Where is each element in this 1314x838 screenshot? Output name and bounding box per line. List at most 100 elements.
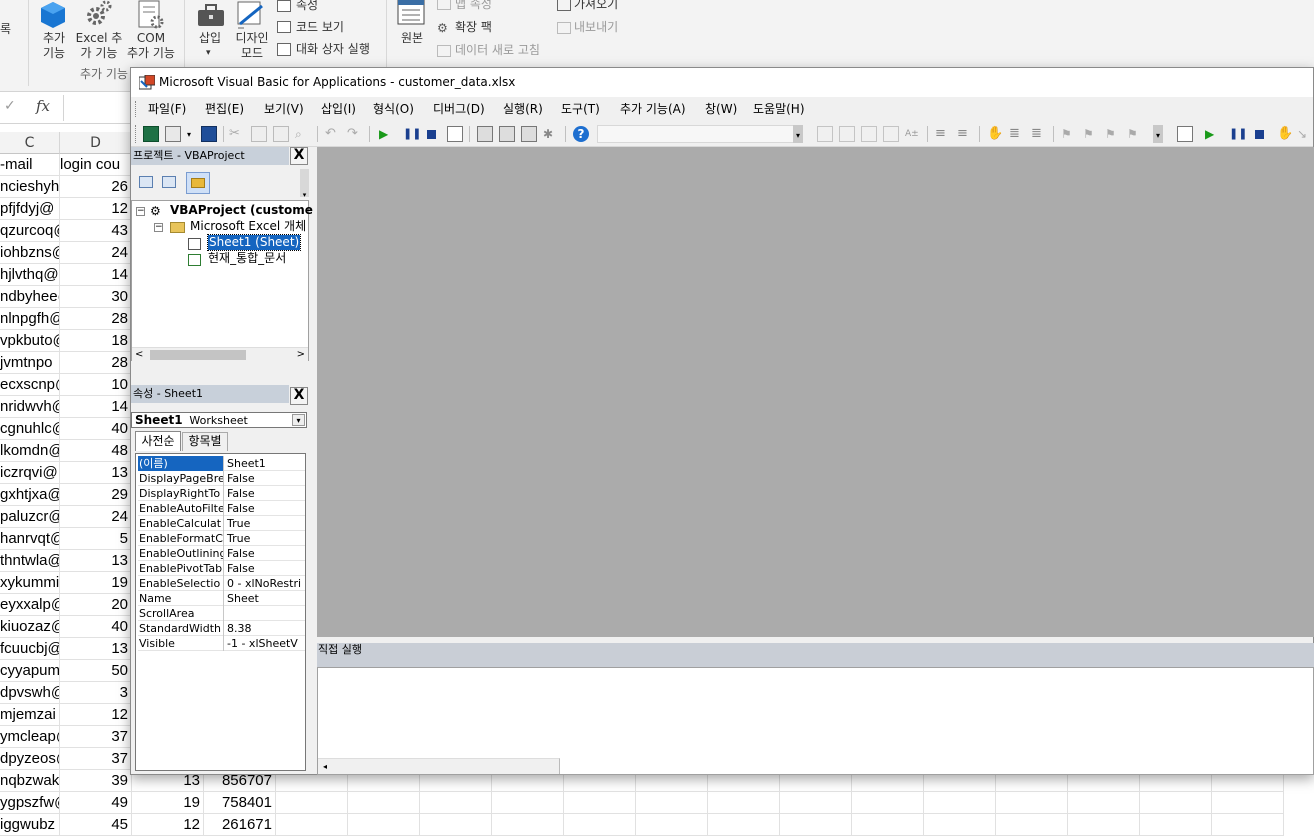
insert-function-button[interactable]: fx xyxy=(36,97,50,115)
parameter-info-icon[interactable] xyxy=(883,126,899,142)
cell-empty[interactable] xyxy=(348,814,420,836)
cell-login-count[interactable]: 24 xyxy=(60,242,132,264)
cell-login-count[interactable]: 28 xyxy=(60,308,132,330)
cell-empty[interactable] xyxy=(348,792,420,814)
property-value[interactable]: False xyxy=(226,546,305,561)
cell-email[interactable]: nlnpgfh@ xyxy=(0,308,60,330)
menu-item[interactable]: 실행(R) xyxy=(503,100,543,118)
cell-email[interactable]: fcuucbj@ xyxy=(0,638,60,660)
property-value[interactable]: False xyxy=(226,471,305,486)
dropdown-arrow-icon[interactable]: ▾ xyxy=(292,414,305,426)
cell-value-e[interactable]: 12 xyxy=(132,814,204,836)
cell-email[interactable]: iggwubz xyxy=(0,814,60,836)
immediate-window[interactable]: ◂ xyxy=(317,667,1314,775)
scroll-thumb[interactable] xyxy=(150,350,246,360)
tree-item-sheet1[interactable]: Sheet1 (Sheet) xyxy=(206,234,302,251)
property-value[interactable]: 0 - xlNoRestri xyxy=(226,576,305,591)
cell-email[interactable]: jvmtnpo xyxy=(0,352,60,374)
property-row[interactable]: EnableOutlining False xyxy=(138,546,305,561)
outdent-icon[interactable]: ≡ xyxy=(957,126,973,142)
immediate-hscrollbar[interactable]: ◂ xyxy=(318,758,560,774)
cell-login-count[interactable]: 30 xyxy=(60,286,132,308)
indent-icon[interactable]: ≡ xyxy=(935,126,951,142)
toggle-bookmark-icon[interactable]: ⚑ xyxy=(1061,126,1077,142)
cell-email[interactable]: paluzcr@ xyxy=(0,506,60,528)
cell-email[interactable]: dpyzeos@ xyxy=(0,748,60,770)
next-bookmark-icon[interactable]: ⚑ xyxy=(1083,126,1099,142)
cell-login-count[interactable]: 43 xyxy=(60,220,132,242)
scroll-left-icon[interactable]: < xyxy=(135,348,143,361)
reset-icon[interactable] xyxy=(1255,130,1264,139)
map-properties-button[interactable]: 맵 속성 xyxy=(437,0,492,12)
property-value[interactable] xyxy=(226,606,305,621)
cell-empty[interactable] xyxy=(852,792,924,814)
cell-email[interactable]: xykummi xyxy=(0,572,60,594)
cell-email[interactable]: hjlvthq@ xyxy=(0,264,60,286)
project-close-button[interactable]: X xyxy=(290,147,308,165)
cell-empty[interactable] xyxy=(708,792,780,814)
cell-email[interactable]: ecxscnp@ xyxy=(0,374,60,396)
cell-empty[interactable] xyxy=(996,814,1068,836)
view-code-icon[interactable] xyxy=(139,176,153,188)
cell-login-count[interactable]: 48 xyxy=(60,440,132,462)
design-mode-icon[interactable] xyxy=(447,126,463,142)
paste-icon[interactable] xyxy=(273,126,289,142)
cell-login-count[interactable]: 19 xyxy=(60,572,132,594)
cell-empty[interactable] xyxy=(276,814,348,836)
property-value[interactable]: Sheet1 xyxy=(226,456,305,471)
import-button[interactable]: 가져오기 xyxy=(557,0,618,12)
cell-login-count[interactable]: 13 xyxy=(60,462,132,484)
menu-item[interactable]: 보기(V) xyxy=(264,100,304,118)
redo-icon[interactable]: ↷ xyxy=(347,126,363,142)
cell-login-count[interactable]: 13 xyxy=(60,550,132,572)
project-explorer-icon[interactable] xyxy=(477,126,493,142)
property-row[interactable]: EnablePivotTab False xyxy=(138,561,305,576)
cell-email[interactable]: kiuozaz@ xyxy=(0,616,60,638)
cell-login-count[interactable]: 3 xyxy=(60,682,132,704)
menu-item[interactable]: 추가 기능(A) xyxy=(620,100,686,118)
cell-login-count[interactable]: 29 xyxy=(60,484,132,506)
cell-empty[interactable] xyxy=(636,792,708,814)
expansion-pack-button[interactable]: ⚙ 확장 팩 xyxy=(437,20,492,35)
refresh-data-button[interactable]: 데이터 새로 고침 xyxy=(437,43,540,58)
cell-login-count[interactable]: 50 xyxy=(60,660,132,682)
cell-login-count[interactable]: 28 xyxy=(60,352,132,374)
tree-root-vbaproject[interactable]: VBAProject (custome xyxy=(170,203,313,218)
column-header-c[interactable]: C xyxy=(0,132,60,154)
tab-alphabetic[interactable]: 사전순 xyxy=(135,431,181,451)
previous-bookmark-icon[interactable]: ⚑ xyxy=(1105,126,1121,142)
menu-item[interactable]: 형식(O) xyxy=(373,100,414,118)
cell-email[interactable]: iczrqvi@ xyxy=(0,462,60,484)
cell-value-f[interactable]: 758401 xyxy=(204,792,276,814)
properties-close-button[interactable]: X xyxy=(290,387,308,405)
property-row[interactable]: Visible -1 - xlSheetV xyxy=(138,636,305,651)
cell-login-count[interactable]: 14 xyxy=(60,396,132,418)
menu-item[interactable]: 도움말(H) xyxy=(753,100,805,118)
cell-empty[interactable] xyxy=(924,792,996,814)
cell-empty[interactable] xyxy=(492,792,564,814)
cell-value-e[interactable]: 19 xyxy=(132,792,204,814)
column-header-d[interactable]: D xyxy=(60,132,132,154)
cell-empty[interactable] xyxy=(780,792,852,814)
tree-item-thisworkbook[interactable]: 현재_통합_문서 xyxy=(208,251,286,266)
cell-empty[interactable] xyxy=(924,814,996,836)
cell-header-email[interactable]: -mail xyxy=(0,154,60,176)
cell-login-count[interactable]: 5 xyxy=(60,528,132,550)
run-icon[interactable]: ▶ xyxy=(1205,126,1221,142)
menu-item[interactable]: 창(W) xyxy=(705,100,737,118)
property-row[interactable]: StandardWidth 8.38 xyxy=(138,621,305,636)
object-browser-icon[interactable] xyxy=(521,126,537,142)
cell-login-count[interactable]: 10 xyxy=(60,374,132,396)
property-row[interactable]: DisplayRightTo False xyxy=(138,486,305,501)
cell-empty[interactable] xyxy=(1140,792,1212,814)
cell-login-count[interactable]: 37 xyxy=(60,726,132,748)
cell-login-count[interactable]: 39 xyxy=(60,770,132,792)
run-icon[interactable]: ▶ xyxy=(379,126,395,142)
cell-value-f[interactable]: 261671 xyxy=(204,814,276,836)
cell-login-count[interactable]: 24 xyxy=(60,506,132,528)
break-icon[interactable]: ❚❚ xyxy=(403,126,421,142)
menu-item[interactable]: 도구(T) xyxy=(561,100,600,118)
cell-login-count[interactable]: 26 xyxy=(60,176,132,198)
dropdown-arrow-icon[interactable]: ▾ xyxy=(187,130,199,146)
cell-login-count[interactable]: 14 xyxy=(60,264,132,286)
